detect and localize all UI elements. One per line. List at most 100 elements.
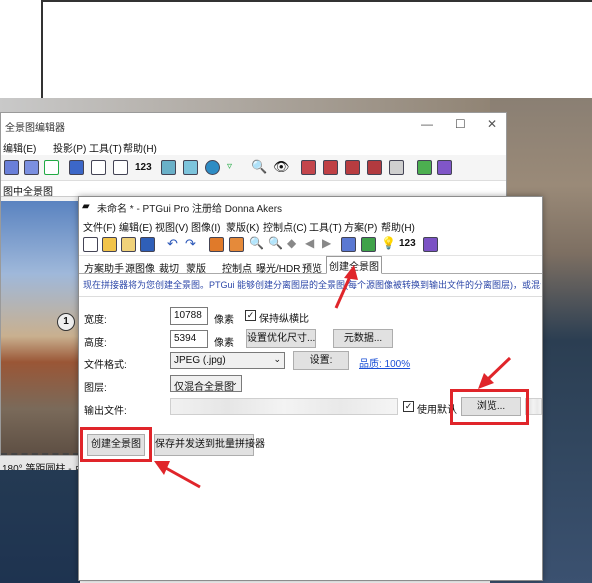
background-sea-photo bbox=[0, 470, 80, 583]
tab-exposure-hdr[interactable]: 曝光/HDR bbox=[253, 258, 303, 275]
add-images-icon[interactable] bbox=[121, 237, 136, 252]
zoom-out-icon[interactable]: 🔍 bbox=[268, 236, 283, 250]
window-icon[interactable] bbox=[417, 160, 432, 175]
output-file-input[interactable] bbox=[170, 398, 398, 415]
image-stack-icon[interactable] bbox=[24, 160, 39, 175]
eye-icon[interactable]: 👁 bbox=[273, 159, 290, 175]
menu-view[interactable]: 视图(V) bbox=[155, 219, 188, 234]
tab-preview[interactable]: 预览 bbox=[299, 258, 325, 275]
projection-red-4-icon[interactable] bbox=[367, 160, 382, 175]
background-window-frame bbox=[41, 0, 592, 100]
output-file-label: 输出文件: bbox=[84, 406, 127, 417]
settings-button[interactable]: 设置: bbox=[293, 351, 349, 370]
maximize-icon[interactable]: ☐ bbox=[455, 117, 466, 131]
new-file-icon[interactable] bbox=[83, 237, 98, 252]
panorama-preview-image bbox=[1, 201, 79, 461]
divider bbox=[79, 296, 542, 297]
panorama-editor-menubar: 编辑(E) 投影(P) 工具(T) 帮助(H) bbox=[1, 137, 506, 155]
align-images-icon[interactable] bbox=[209, 237, 224, 252]
number-badge-icon[interactable] bbox=[389, 160, 404, 175]
keep-ratio-label: 保持纵横比 bbox=[259, 314, 309, 325]
height-input[interactable]: 5394 bbox=[170, 330, 208, 348]
center-point-icon[interactable] bbox=[91, 160, 106, 175]
minimize-icon[interactable]: — bbox=[421, 117, 433, 131]
panorama-editor-titlebar: 全景图编辑器 — ☐ ✕ bbox=[1, 113, 506, 137]
main-toolbar: ↶ ↷ 🔍 🔍 ◆ ◀ ▶ 💡 123 bbox=[79, 234, 542, 256]
tab-crop[interactable]: 裁切 bbox=[156, 258, 182, 275]
optimize-icon[interactable] bbox=[229, 237, 244, 252]
magnifier-icon[interactable]: 🔍 bbox=[251, 159, 267, 175]
book-icon[interactable] bbox=[423, 237, 438, 252]
width-input[interactable]: 10788 bbox=[170, 307, 208, 325]
chevron-down-icon: ⌄ bbox=[230, 377, 238, 387]
tab-mask[interactable]: 蒙版 bbox=[183, 258, 209, 275]
projection-red-3-icon[interactable] bbox=[345, 160, 360, 175]
panorama-editor-icon[interactable] bbox=[341, 237, 356, 252]
prev-icon[interactable]: ◆ bbox=[287, 236, 296, 250]
menu-item[interactable]: 投影(P) bbox=[53, 140, 86, 155]
zoom-in-icon[interactable]: 🔍 bbox=[249, 236, 264, 250]
grid-icon[interactable] bbox=[69, 160, 84, 175]
set-optimal-size-button[interactable]: 设置优化尺寸... bbox=[246, 329, 316, 348]
projection-red-2-icon[interactable] bbox=[323, 160, 338, 175]
keep-ratio-checkbox[interactable]: ✓ bbox=[245, 310, 256, 321]
menu-image[interactable]: 图像(I) bbox=[191, 219, 220, 234]
crosshair-icon[interactable] bbox=[44, 160, 59, 175]
arrow-to-create-icon bbox=[154, 461, 201, 489]
info-text: 现在拼接器将为您创建全景图。PTGui 能够创建分离图层的全景图(每个源图像被转… bbox=[83, 280, 541, 290]
tab-project-assistant[interactable]: 方案助手 bbox=[81, 258, 127, 275]
main-tabs: 方案助手 源图像 裁切 蒙版 控制点 曝光/HDR 预览 创建全景图 bbox=[79, 256, 542, 275]
arrow-to-browse-icon bbox=[478, 356, 512, 389]
back-arrow-icon[interactable]: ◀ bbox=[305, 236, 314, 250]
table-icon[interactable] bbox=[361, 237, 376, 252]
menu-mask[interactable]: 蒙版(K) bbox=[226, 219, 259, 234]
save-send-batch-button[interactable]: 保存并发送到批量拼接器 bbox=[154, 434, 265, 456]
layers-select[interactable]: 仅混合全景图 ⌄ bbox=[170, 375, 242, 393]
panorama-editor-title: 全景图编辑器 bbox=[5, 123, 65, 134]
plane-icon[interactable] bbox=[183, 160, 198, 175]
dropdown-arrow-icon[interactable]: ▿ bbox=[227, 161, 232, 172]
arrow-to-tab-icon bbox=[334, 265, 358, 309]
redo-icon[interactable]: ↷ bbox=[185, 236, 196, 252]
image-icon[interactable] bbox=[4, 160, 19, 175]
menu-item[interactable]: 编辑(E) bbox=[3, 140, 36, 155]
open-folder-icon[interactable] bbox=[102, 237, 117, 252]
file-format-value: JPEG (.jpg) bbox=[174, 355, 226, 366]
window-title: 未命名 * - PTGui Pro 注册给 Donna Akers bbox=[97, 204, 283, 215]
lightbulb-icon[interactable]: 💡 bbox=[381, 236, 396, 250]
tab-panorama[interactable]: 图中全景图 bbox=[3, 183, 53, 198]
menu-file[interactable]: 文件(F) bbox=[83, 219, 116, 234]
height-unit: 像素 bbox=[214, 338, 234, 349]
tab-source-images[interactable]: 源图像 bbox=[122, 258, 158, 275]
projection-red-icon[interactable] bbox=[301, 160, 316, 175]
use-default-checkbox[interactable]: ✓ bbox=[403, 401, 414, 412]
menu-project[interactable]: 方案(P) bbox=[344, 219, 377, 234]
book-icon[interactable] bbox=[437, 160, 452, 175]
menu-control-points[interactable]: 控制点(C) bbox=[263, 219, 307, 234]
highlight-browse-box bbox=[450, 389, 529, 425]
tab-control-points[interactable]: 控制点 bbox=[219, 258, 255, 275]
menu-help[interactable]: 帮助(H) bbox=[381, 219, 415, 234]
numbers-icon[interactable]: 123 bbox=[135, 162, 152, 173]
save-icon[interactable] bbox=[140, 237, 155, 252]
numbers-icon[interactable]: 123 bbox=[399, 238, 416, 249]
forward-arrow-icon[interactable]: ▶ bbox=[322, 236, 331, 250]
main-menubar: 文件(F) 编辑(E) 视图(V) 图像(I) 蒙版(K) 控制点(C) 工具(… bbox=[79, 215, 542, 234]
undo-icon[interactable]: ↶ bbox=[167, 236, 178, 252]
level-icon[interactable] bbox=[113, 160, 128, 175]
menu-item[interactable]: 工具(T) bbox=[89, 140, 122, 155]
close-icon[interactable]: ✕ bbox=[487, 117, 497, 131]
quality-link[interactable]: 品质: 100% bbox=[359, 355, 410, 370]
menu-tools[interactable]: 工具(T) bbox=[309, 219, 342, 234]
menu-item[interactable]: 帮助(H) bbox=[123, 140, 157, 155]
app-icon: ▰ bbox=[82, 201, 90, 212]
width-label: 宽度: bbox=[84, 315, 107, 326]
panorama-editor-toolbar: 123 ▿ 🔍 👁 bbox=[1, 155, 506, 181]
file-format-select[interactable]: JPEG (.jpg) ⌄ bbox=[170, 352, 285, 369]
metadata-button[interactable]: 元数据... bbox=[333, 329, 393, 348]
menu-edit[interactable]: 编辑(E) bbox=[119, 219, 152, 234]
panorama-editor-tabrow: 图中全景图 bbox=[1, 181, 506, 198]
cylinder-icon[interactable] bbox=[161, 160, 176, 175]
sphere-icon[interactable] bbox=[205, 160, 220, 175]
screenshot-stage: 全景图编辑器 — ☐ ✕ 编辑(E) 投影(P) 工具(T) 帮助(H) 123… bbox=[0, 0, 592, 583]
